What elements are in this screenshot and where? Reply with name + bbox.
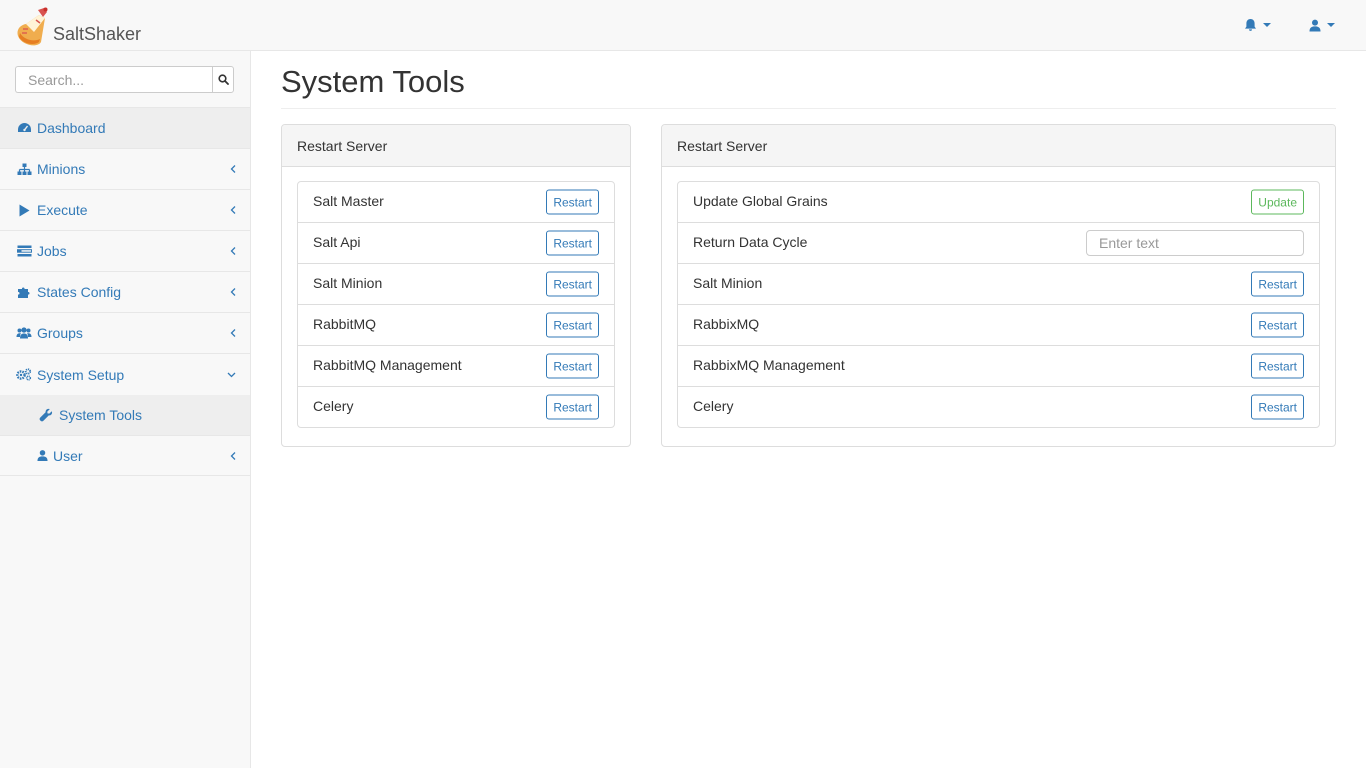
bell-icon xyxy=(1245,19,1256,31)
saltshaker-logo-icon xyxy=(17,7,48,46)
service-name: Salt Api xyxy=(313,233,361,250)
restart-button[interactable]: Restart xyxy=(546,353,599,379)
list-item: Return Data Cycle xyxy=(678,223,1319,264)
restart-button[interactable]: Restart xyxy=(1251,353,1304,379)
sidebar-item-groups[interactable]: Groups xyxy=(0,313,250,354)
sidebar-item-label: Dashboard xyxy=(37,120,106,136)
caret-down-icon xyxy=(1263,23,1271,27)
user-icon xyxy=(1309,19,1321,31)
service-list: Update Global Grains Update Return Data … xyxy=(677,181,1320,428)
chevron-left-icon xyxy=(230,165,236,173)
sidebar-item-execute[interactable]: Execute xyxy=(0,190,250,231)
restart-button[interactable]: Restart xyxy=(546,189,599,215)
list-item: Salt Api Restart xyxy=(298,223,614,264)
chevron-left-icon xyxy=(230,329,236,337)
chevron-down-icon xyxy=(227,372,236,377)
service-name: RabbixMQ Management xyxy=(693,356,845,373)
sidebar-item-label: System Tools xyxy=(59,407,142,423)
search-input[interactable] xyxy=(15,66,212,93)
service-name: Celery xyxy=(313,397,354,414)
service-name: Update Global Grains xyxy=(693,192,828,209)
restart-button[interactable]: Restart xyxy=(1251,312,1304,338)
restart-button[interactable]: Restart xyxy=(546,230,599,256)
sidebar-item-label: Groups xyxy=(37,325,83,341)
list-item: RabbitMQ Restart xyxy=(298,305,614,346)
play-icon xyxy=(19,204,30,216)
list-item: Update Global Grains Update xyxy=(678,182,1319,223)
brand-link[interactable]: SaltShaker xyxy=(14,4,141,46)
return-data-cycle-input[interactable] xyxy=(1086,230,1304,256)
service-name: Salt Minion xyxy=(693,274,763,291)
tasks-icon xyxy=(16,245,32,257)
service-name: Return Data Cycle xyxy=(693,233,808,250)
sidebar-item-label: States Config xyxy=(37,284,122,300)
puzzle-icon xyxy=(18,287,30,298)
dashboard-icon xyxy=(17,123,31,132)
sidebar-item-label: Minions xyxy=(37,161,86,177)
chevron-left-icon xyxy=(230,247,236,255)
list-item: Celery Restart xyxy=(298,387,614,427)
user-dropdown[interactable] xyxy=(1309,0,1335,50)
sidebar-item-label: Jobs xyxy=(37,243,67,259)
restart-button[interactable]: Restart xyxy=(1251,271,1304,297)
restart-button[interactable]: Restart xyxy=(546,312,599,338)
chevron-left-icon xyxy=(230,288,236,296)
chevron-left-icon xyxy=(230,451,236,460)
sidebar-item-label: Execute xyxy=(37,202,88,218)
panel-heading: Restart Server xyxy=(282,125,630,167)
sidebar-item-dashboard[interactable]: Dashboard xyxy=(0,108,250,149)
search-button[interactable] xyxy=(212,66,234,93)
page-title: System Tools xyxy=(281,64,465,99)
sitemap-icon xyxy=(17,163,31,175)
sidebar-item-minions[interactable]: Minions xyxy=(0,149,250,190)
service-list: Salt Master Restart Salt Api Restart Sal… xyxy=(297,181,615,428)
list-item: Salt Master Restart xyxy=(298,182,614,223)
panel-heading: Restart Server xyxy=(662,125,1335,167)
list-item: Celery Restart xyxy=(678,387,1319,427)
restart-server-panel: Restart Server Salt Master Restart Salt … xyxy=(281,124,631,447)
cogs-icon xyxy=(16,368,32,381)
sidebar-subitem-system-tools[interactable]: System Tools xyxy=(0,395,250,435)
wrench-icon xyxy=(39,408,53,422)
service-name: RabbixMQ xyxy=(693,315,760,332)
brand-name: SaltShaker xyxy=(53,24,142,44)
restart-button[interactable]: Restart xyxy=(546,271,599,297)
service-name: RabbitMQ xyxy=(313,315,377,332)
sidebar-item-jobs[interactable]: Jobs xyxy=(0,231,250,272)
restart-button[interactable]: Restart xyxy=(546,394,599,420)
list-item: RabbitMQ Management Restart xyxy=(298,346,614,387)
update-button[interactable]: Update xyxy=(1251,189,1304,215)
users-icon xyxy=(16,327,32,339)
service-name: RabbitMQ Management xyxy=(313,356,462,373)
chevron-left-icon xyxy=(230,206,236,214)
sidebar-item-label: User xyxy=(53,447,83,464)
user-icon xyxy=(37,450,48,461)
list-item: RabbixMQ Restart xyxy=(678,305,1319,346)
list-item: RabbixMQ Management Restart xyxy=(678,346,1319,387)
service-name: Salt Master xyxy=(313,192,384,209)
sidebar-menu: Dashboard Minions Execute Jobs States Co… xyxy=(0,108,250,476)
notifications-dropdown[interactable] xyxy=(1244,0,1271,50)
list-item: Salt Minion Restart xyxy=(298,264,614,305)
sidebar-item-user[interactable]: User xyxy=(0,435,250,476)
search-icon xyxy=(217,74,229,85)
service-name: Salt Minion xyxy=(313,274,383,291)
sidebar-search xyxy=(15,66,234,93)
service-name: Celery xyxy=(693,397,734,414)
restart-button[interactable]: Restart xyxy=(1251,394,1304,420)
caret-down-icon xyxy=(1327,23,1335,27)
sidebar-item-label: System Setup xyxy=(37,366,125,383)
list-item: Salt Minion Restart xyxy=(678,264,1319,305)
sidebar-item-states-config[interactable]: States Config xyxy=(0,272,250,313)
sidebar-item-system-setup[interactable]: System Setup xyxy=(0,354,250,395)
top-navbar: SaltShaker xyxy=(0,0,1366,51)
sidebar: Dashboard Minions Execute xyxy=(0,51,251,768)
title-divider xyxy=(281,108,1336,109)
restart-server-panel-2: Restart Server Update Global Grains Upda… xyxy=(661,124,1336,447)
